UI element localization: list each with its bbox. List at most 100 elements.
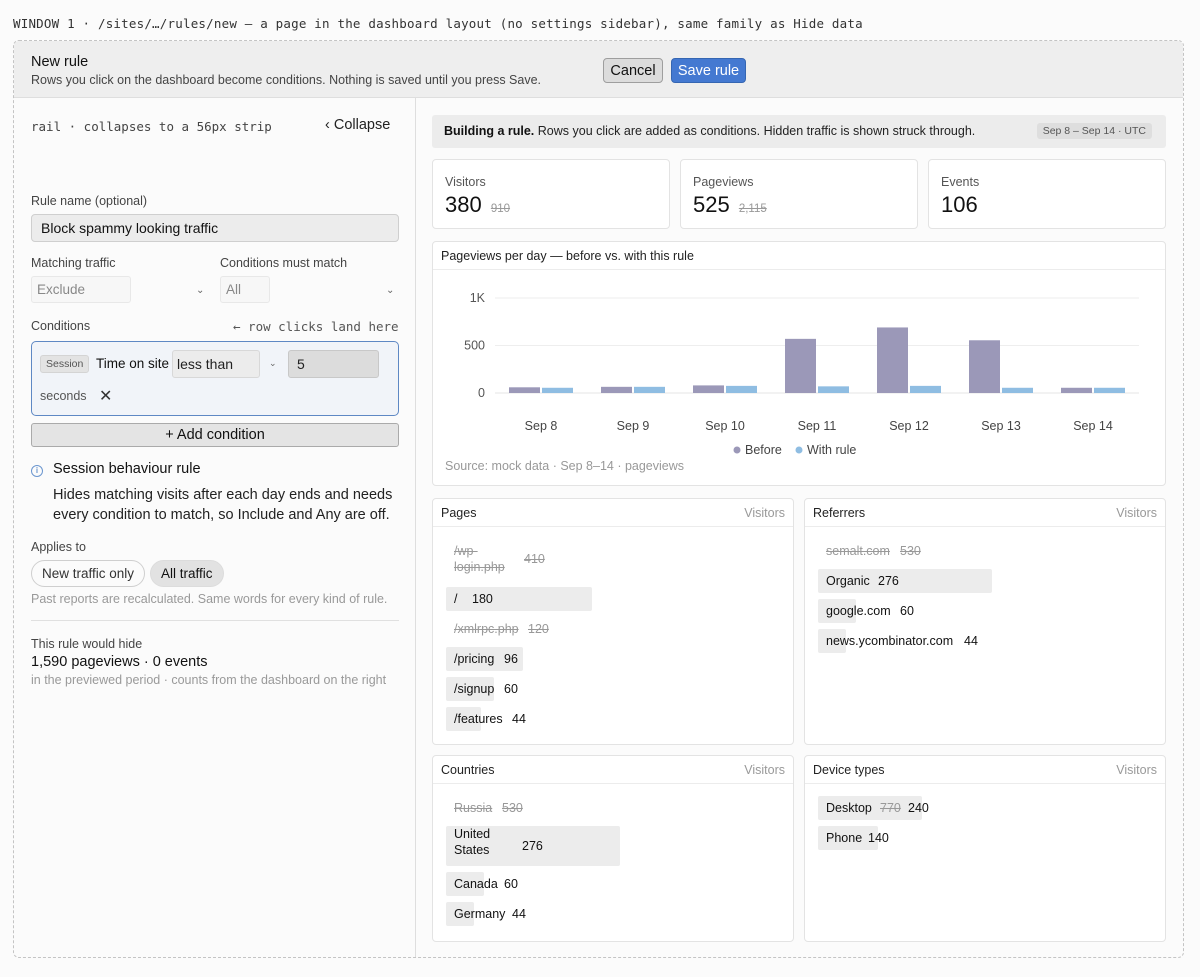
list-row[interactable]: Organic 276: [818, 569, 992, 593]
add-condition-button[interactable]: + Add condition: [31, 423, 399, 447]
rule-name-input[interactable]: Block spammy looking traffic: [31, 214, 399, 242]
would-hide-label: This rule would hide: [31, 637, 143, 651]
list-row[interactable]: United States 276: [446, 826, 620, 866]
list-row[interactable]: / 180: [446, 587, 592, 611]
chevron-down-icon: ⌄: [269, 358, 277, 368]
row-label: /: [454, 592, 458, 606]
bar-with-rule: [634, 386, 665, 393]
row-count: 60: [504, 877, 518, 891]
x-tick-label: Sep 9: [617, 419, 650, 433]
page-title: New rule: [31, 54, 89, 70]
list-row[interactable]: Phone 140: [818, 826, 922, 850]
row-count: 60: [900, 604, 914, 618]
row-count: 60: [504, 682, 518, 696]
rule-banner: Building a rule. Rows you click are adde…: [432, 115, 1166, 148]
stat-value: 525 2,115: [693, 192, 767, 218]
row-label: semalt.com: [826, 544, 890, 558]
chevron-down-icon: ⌄: [196, 285, 205, 296]
panel-title: Device types: [813, 763, 885, 777]
condition-unit: seconds: [40, 389, 87, 403]
app-window: New rule Rows you click on the dashboard…: [13, 40, 1184, 958]
header-bar: New rule Rows you click on the dashboard…: [14, 41, 1183, 98]
stat-events[interactable]: Events 106: [928, 159, 1166, 229]
applies-to-label: Applies to: [31, 540, 86, 554]
x-tick-label: Sep 12: [889, 419, 929, 433]
cancel-button[interactable]: Cancel: [603, 58, 663, 83]
row-label: Canada: [454, 877, 498, 891]
x-tick-label: Sep 11: [798, 419, 837, 433]
row-count: 240: [908, 801, 929, 815]
bar-before: [601, 386, 632, 393]
info-title: Session behaviour rule: [53, 461, 201, 477]
stat-current: 380: [445, 192, 482, 217]
conditions-hint: ← row clicks land here: [233, 319, 399, 334]
row-count: 44: [512, 907, 526, 921]
save-rule-button[interactable]: Save rule: [671, 58, 746, 83]
bar-with-rule: [1094, 387, 1125, 393]
applies-all-traffic-option[interactable]: All traffic: [150, 560, 224, 587]
list-row[interactable]: semalt.com 530: [818, 539, 992, 563]
condition-scope-badge: Session: [40, 355, 90, 373]
panel-title: Referrers: [813, 506, 866, 520]
stat-label: Events: [941, 175, 980, 189]
stat-label: Visitors: [445, 175, 486, 189]
matching-traffic-select[interactable]: Exclude: [31, 276, 131, 303]
list-row[interactable]: Desktop 770 240: [818, 796, 929, 820]
x-tick-label: Sep 13: [981, 419, 1021, 433]
row-label: /wp-login.php: [454, 544, 505, 574]
countries-panel: Countries Visitors Russia 530 United State…: [432, 755, 794, 942]
info-icon: i: [31, 465, 43, 477]
y-tick-label: 0: [478, 386, 485, 400]
list-row[interactable]: news.ycombinator.com 44: [818, 629, 992, 653]
row-count: 140: [868, 831, 889, 845]
panel-column-label: Visitors: [744, 506, 785, 520]
chart-source: Source: mock data · Sep 8–14 · pageviews: [445, 459, 684, 473]
collapse-button[interactable]: ‹ Collapse: [325, 117, 390, 133]
rule-rail: rail · collapses to a 56px strip ‹ Colla…: [14, 98, 416, 957]
must-match-select[interactable]: All: [220, 276, 270, 303]
stat-value: 106: [941, 192, 978, 218]
matching-traffic-label: Matching traffic: [31, 256, 116, 270]
list-row[interactable]: Canada 60: [446, 872, 620, 896]
list-row[interactable]: /pricing 96: [446, 647, 592, 671]
legend-swatch: [733, 446, 741, 454]
list-row[interactable]: /xmlrpc.php 120: [446, 617, 592, 641]
chart-title: Pageviews per day — before vs. with this…: [441, 249, 694, 263]
panel-header: Referrers Visitors: [805, 499, 1165, 527]
bar-with-rule: [726, 385, 757, 393]
stat-pageviews[interactable]: Pageviews 525 2,115: [680, 159, 918, 229]
row-label: Organic: [826, 574, 870, 588]
row-count: 276: [522, 839, 543, 853]
panel-header: Pages Visitors: [433, 499, 793, 527]
list-row[interactable]: Germany 44: [446, 902, 620, 926]
bar-before: [693, 385, 724, 393]
panel-column-label: Visitors: [1116, 506, 1157, 520]
stat-visitors[interactable]: Visitors 380 910: [432, 159, 670, 229]
list-row[interactable]: /features 44: [446, 707, 592, 731]
row-bar: [446, 587, 592, 611]
list-row[interactable]: /wp-login.php 410: [446, 543, 592, 575]
row-label: /xmlrpc.php: [454, 622, 519, 636]
row-label: /features: [454, 712, 503, 726]
list-row[interactable]: Russia 530: [446, 796, 620, 820]
stat-previous: 910: [490, 203, 511, 215]
condition-operator-select[interactable]: less than: [172, 350, 260, 378]
list-row[interactable]: google.com 60: [818, 599, 992, 623]
referrers-panel: Referrers Visitors semalt.com 530 Organic 2…: [804, 498, 1166, 745]
remove-condition-icon[interactable]: ✕: [99, 386, 112, 406]
panel-title: Countries: [441, 763, 495, 777]
matching-traffic-value: Exclude: [31, 276, 131, 303]
list-row[interactable]: /signup 60: [446, 677, 592, 701]
row-label: news.ycombinator.com: [826, 634, 954, 648]
row-label: United States: [454, 827, 491, 857]
stat-current: 525: [693, 192, 730, 217]
date-range-chip[interactable]: Sep 8 – Sep 14 · UTC: [1036, 123, 1152, 139]
applies-new-traffic-option[interactable]: New traffic only: [31, 560, 146, 587]
row-count: 530: [502, 801, 523, 815]
would-hide-value: 1,590 pageviews · 0 events: [31, 654, 208, 670]
info-body: Hides matching visits after each day end…: [53, 487, 393, 523]
condition-value-input[interactable]: 5: [288, 350, 379, 378]
bar-before: [1061, 387, 1092, 393]
panel-column-label: Visitors: [744, 763, 785, 777]
conditions-label: Conditions: [31, 319, 91, 333]
